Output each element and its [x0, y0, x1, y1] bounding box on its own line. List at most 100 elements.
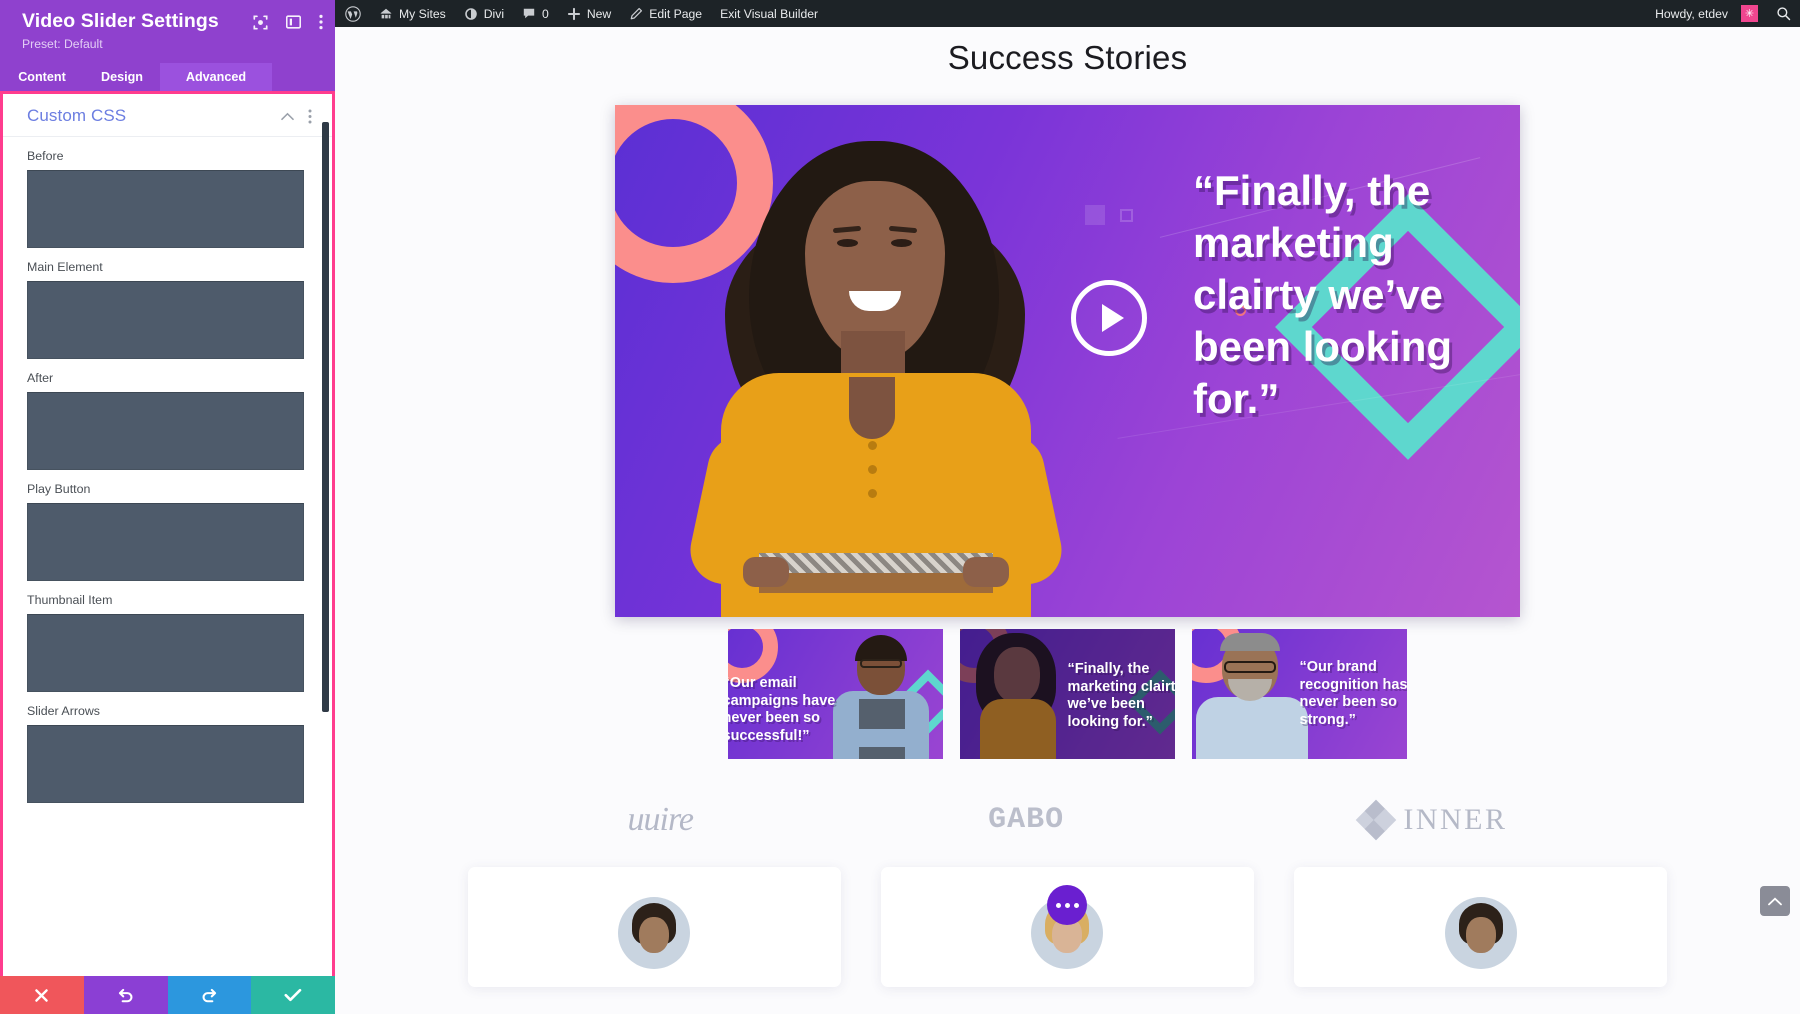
video-slider-module: “Finally, the marketing clairty we’ve be…: [615, 105, 1520, 759]
css-textarea-after[interactable]: [27, 392, 304, 471]
play-icon: [1101, 304, 1124, 332]
target-icon[interactable]: [253, 14, 268, 30]
more-dots-badge[interactable]: [1047, 885, 1088, 925]
field-label-before: Before: [27, 149, 64, 164]
adminbar-exit-label: Exit Visual Builder: [720, 6, 819, 21]
wp-admin-bar: My Sites Divi 0 New Edit Page Exit Visua…: [335, 0, 1800, 27]
adminbar-howdy-label: Howdy, etdev: [1655, 6, 1728, 21]
avatar: [618, 897, 691, 969]
logo-inner: INNER: [1356, 799, 1508, 841]
slider-thumbnails: “Our email campaigns have never been so …: [727, 629, 1408, 759]
redo-button[interactable]: [167, 976, 252, 1014]
video-slide-active[interactable]: “Finally, the marketing clairty we’ve be…: [615, 105, 1520, 617]
testimonial-card-1[interactable]: [467, 867, 841, 987]
wordpress-icon: [345, 5, 361, 22]
play-button[interactable]: [1071, 280, 1147, 356]
adminbar-search[interactable]: [1767, 0, 1800, 27]
module-settings-panel: Video Slider Settings Preset: Default Co…: [0, 0, 335, 1014]
layout-panel-icon[interactable]: [286, 15, 301, 29]
slide-person-image: [663, 105, 1083, 617]
logo-gabo: GABO: [988, 803, 1064, 837]
undo-button[interactable]: [83, 976, 168, 1014]
section-controls: [281, 109, 312, 124]
field-after: After: [3, 359, 332, 471]
panel-header: Video Slider Settings Preset: Default: [0, 0, 335, 63]
panel-header-icons: [253, 14, 323, 30]
tab-content[interactable]: Content: [0, 63, 84, 91]
thumbnail-quote-1: “Our email campaigns have never been so …: [727, 675, 836, 745]
css-textarea-slider-arrows[interactable]: [27, 725, 304, 804]
chevron-up-icon: [1768, 896, 1782, 905]
panel-action-bar: [0, 976, 335, 1014]
testimonial-card-3[interactable]: [1294, 867, 1668, 987]
scroll-to-top-button[interactable]: [1760, 886, 1790, 916]
css-textarea-thumbnail-item[interactable]: [27, 614, 304, 693]
avatar: [1444, 897, 1517, 969]
adminbar-comment-count: 0: [542, 6, 549, 21]
field-label-play-button: Play Button: [27, 482, 91, 497]
thumbnail-person-2: [966, 631, 1070, 759]
adminbar-account[interactable]: Howdy, etdev ✳: [1646, 0, 1767, 27]
css-textarea-play-button[interactable]: [27, 503, 304, 582]
more-vertical-icon[interactable]: [319, 14, 323, 30]
check-icon: [284, 988, 302, 1002]
comment-icon: [523, 8, 535, 19]
testimonial-card-2[interactable]: [880, 867, 1255, 987]
panel-scrollbar[interactable]: [322, 122, 329, 713]
field-main-element: Main Element: [3, 248, 332, 360]
field-label-main-element: Main Element: [27, 260, 103, 275]
thumbnail-item-1[interactable]: “Our email campaigns have never been so …: [727, 629, 943, 759]
adminbar-my-sites[interactable]: My Sites: [370, 0, 455, 27]
client-logos: uuire GABO INNER: [518, 799, 1618, 841]
redo-icon: [202, 988, 216, 1002]
adminbar-exit-visual-builder[interactable]: Exit Visual Builder: [711, 0, 827, 27]
logo-inner-text: INNER: [1403, 803, 1508, 836]
thumbnail-quote-3: “Our brand recognition has never been so…: [1299, 659, 1407, 729]
css-textarea-main-element[interactable]: [27, 281, 304, 360]
custom-css-section-header[interactable]: Custom CSS: [3, 94, 332, 138]
thumbnail-person-1: [827, 633, 935, 759]
plus-icon: [567, 7, 580, 20]
close-icon: [35, 988, 49, 1002]
sites-icon: [380, 8, 392, 18]
field-label-after: After: [27, 371, 54, 386]
panel-preset-selector[interactable]: Preset: Default: [22, 37, 317, 51]
adminbar-my-sites-label: My Sites: [399, 6, 446, 21]
adminbar-new[interactable]: New: [558, 0, 620, 27]
more-vertical-icon[interactable]: [308, 109, 312, 124]
field-slider-arrows: Slider Arrows: [3, 692, 332, 804]
panel-body: Custom CSS Before Main Element After Pla…: [3, 94, 332, 976]
section-title: Custom CSS: [27, 106, 127, 126]
panel-body-outline: Custom CSS Before Main Element After Pla…: [0, 91, 335, 976]
thumbnail-item-2[interactable]: “Finally, the marketing clairty we’ve be…: [959, 629, 1175, 759]
tab-advanced[interactable]: Advanced: [160, 63, 272, 92]
field-label-thumbnail-item: Thumbnail Item: [27, 593, 113, 608]
settings-tabs: Content Design Advanced: [0, 63, 335, 92]
adminbar-edit-page-label: Edit Page: [649, 6, 703, 21]
adminbar-divi[interactable]: Divi: [455, 0, 513, 27]
cancel-button[interactable]: [0, 976, 84, 1014]
tab-design[interactable]: Design: [84, 63, 160, 91]
logo-uuire-text: uuire: [627, 801, 695, 838]
thumbnail-person-3: [1195, 631, 1312, 759]
thumbnail-quote-2: “Finally, the marketing clairty we’ve be…: [1067, 661, 1175, 731]
undo-icon: [119, 988, 133, 1002]
css-textarea-before[interactable]: [27, 170, 304, 249]
slide-quote: “Finally, the marketing clairty we’ve be…: [1193, 167, 1453, 423]
adminbar-comments[interactable]: 0: [513, 0, 558, 27]
logo-gabo-text: GABO: [988, 803, 1065, 837]
field-thumbnail-item: Thumbnail Item: [3, 581, 332, 693]
deco-square-1: [1085, 205, 1105, 225]
page-title: Success Stories: [947, 39, 1188, 76]
save-button[interactable]: [251, 976, 335, 1014]
avatar: ✳: [1741, 5, 1758, 22]
chevron-up-icon[interactable]: [281, 112, 294, 121]
adminbar-wordpress-logo[interactable]: [335, 0, 370, 27]
page-content: Success Stories “Finally, the marketing …: [335, 27, 1800, 1014]
adminbar-new-label: New: [586, 6, 612, 21]
divi-icon: [464, 7, 477, 20]
adminbar-edit-page[interactable]: Edit Page: [620, 0, 711, 27]
thumbnail-item-3[interactable]: “Our brand recognition has never been so…: [1191, 629, 1407, 759]
field-before: Before: [3, 137, 332, 249]
search-icon: [1777, 7, 1791, 21]
